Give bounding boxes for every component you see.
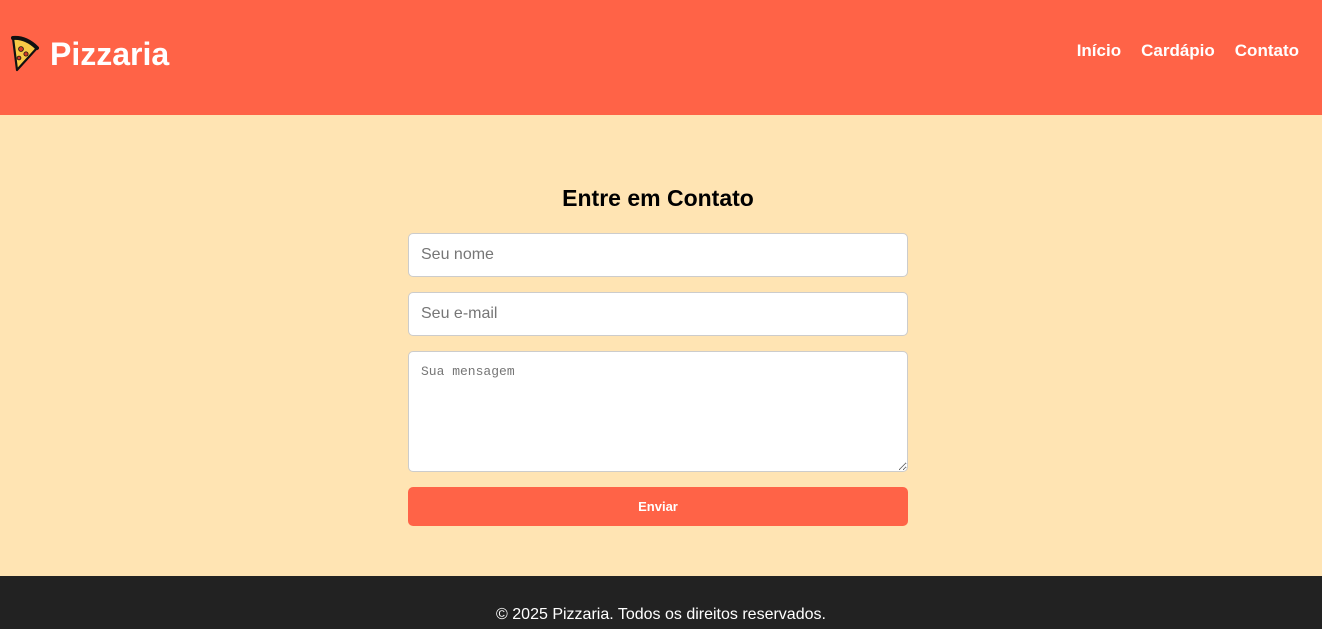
site-header: Pizzaria Início Cardápio Contato (0, 0, 1322, 115)
nav-link-contato[interactable]: Contato (1235, 41, 1299, 61)
name-input[interactable] (408, 233, 908, 277)
site-footer: © 2025 Pizzaria. Todos os direitos reser… (0, 576, 1322, 629)
nav-link-cardapio[interactable]: Cardápio (1141, 41, 1215, 61)
site-title: Pizzaria (50, 36, 170, 72)
brand: Pizzaria (9, 35, 169, 73)
main-nav: Início Cardápio Contato (1077, 41, 1299, 61)
contact-title: Entre em Contato (562, 185, 754, 211)
send-button[interactable]: Enviar (408, 487, 908, 526)
pizza-slice-icon (9, 35, 39, 73)
contact-form: Enviar (408, 233, 908, 526)
copyright-text: © 2025 Pizzaria. Todos os direitos reser… (496, 606, 826, 623)
email-input[interactable] (408, 292, 908, 336)
contact-section: Entre em Contato Enviar (408, 184, 908, 526)
message-textarea[interactable] (408, 351, 908, 472)
nav-link-inicio[interactable]: Início (1077, 41, 1121, 61)
